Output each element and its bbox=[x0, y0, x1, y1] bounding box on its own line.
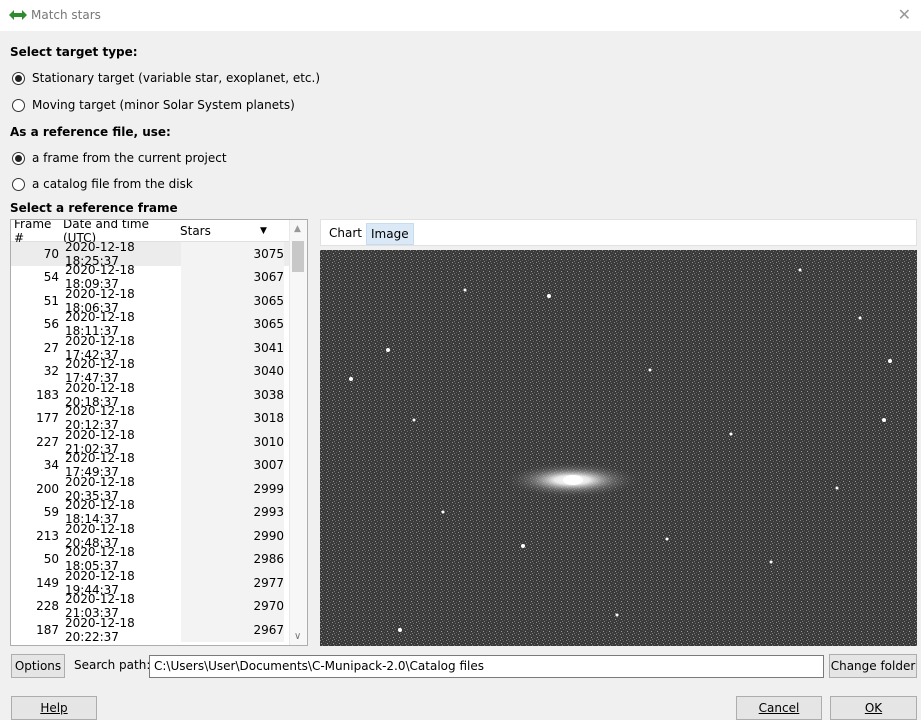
ok-button[interactable]: OK bbox=[830, 696, 917, 720]
table-row[interactable]: 227 2020-12-18 21:02:37 3010 bbox=[11, 428, 307, 456]
frame-stars: 2993 bbox=[181, 500, 284, 524]
tab-chart[interactable]: Chart bbox=[325, 223, 366, 243]
image-preview[interactable] bbox=[320, 250, 917, 646]
list-header: Frame # Date and time (UTC) Stars ▼ bbox=[11, 220, 307, 245]
table-row[interactable]: 228 2020-12-18 21:03:37 2970 bbox=[11, 592, 307, 620]
scroll-down-icon[interactable]: ∨ bbox=[294, 631, 301, 642]
list-scrollbar[interactable]: ▲ ∨ bbox=[289, 220, 307, 645]
ok-button-label: OK bbox=[864, 701, 883, 715]
tab-image[interactable]: Image bbox=[366, 223, 414, 245]
table-row[interactable]: 27 2020-12-18 17:42:37 3041 bbox=[11, 334, 307, 362]
title-bar: Match stars ✕ bbox=[0, 0, 921, 31]
frame-number: 32 bbox=[43, 364, 59, 379]
table-row[interactable]: 149 2020-12-18 19:44:37 2977 bbox=[11, 569, 307, 597]
scroll-thumb[interactable] bbox=[292, 241, 304, 272]
frame-stars: 2986 bbox=[181, 547, 284, 571]
frame-number: 228 bbox=[36, 599, 59, 614]
reference-frame-label: Select a reference frame bbox=[10, 201, 178, 215]
header-frame[interactable]: Frame # bbox=[11, 220, 63, 245]
frame-list[interactable]: Frame # Date and time (UTC) Stars ▼ 70 20… bbox=[10, 219, 308, 646]
radio-button-checked[interactable] bbox=[12, 151, 25, 165]
frame-stars: 3007 bbox=[181, 453, 284, 477]
frame-number: 56 bbox=[43, 317, 59, 332]
frame-number: 50 bbox=[43, 552, 59, 567]
table-row[interactable]: 50 2020-12-18 18:05:37 2986 bbox=[11, 545, 307, 573]
frame-stars: 3065 bbox=[181, 289, 284, 313]
frame-stars: 2999 bbox=[181, 477, 284, 501]
sort-descending-icon[interactable]: ▼ bbox=[260, 226, 267, 236]
frame-number: 213 bbox=[36, 528, 59, 543]
preview-tabs: Chart Image bbox=[320, 219, 917, 246]
help-button[interactable]: Help bbox=[11, 696, 97, 720]
table-row[interactable]: 54 2020-12-18 18:09:37 3067 bbox=[11, 263, 307, 291]
radio-button[interactable] bbox=[12, 98, 25, 112]
radio-button[interactable] bbox=[12, 177, 25, 191]
frame-stars: 3018 bbox=[181, 406, 284, 430]
table-row[interactable]: 200 2020-12-18 20:35:37 2999 bbox=[11, 475, 307, 503]
frame-stars: 2977 bbox=[181, 571, 284, 595]
table-row[interactable]: 56 2020-12-18 18:11:37 3065 bbox=[11, 310, 307, 338]
table-row[interactable]: 213 2020-12-18 20:48:37 2990 bbox=[11, 522, 307, 550]
frame-number: 183 bbox=[36, 387, 59, 402]
frame-stars: 2970 bbox=[181, 594, 284, 618]
table-row[interactable]: 34 2020-12-18 17:49:37 3007 bbox=[11, 451, 307, 479]
radio-stationary-target[interactable]: Stationary target (variable star, exopla… bbox=[12, 69, 320, 87]
frame-number: 27 bbox=[43, 340, 59, 355]
frame-stars: 3038 bbox=[181, 383, 284, 407]
star-field-image bbox=[320, 250, 917, 646]
frame-stars: 2967 bbox=[181, 618, 284, 642]
frame-datetime: 2020-12-18 20:22:37 bbox=[65, 615, 135, 644]
cancel-button[interactable]: Cancel bbox=[736, 696, 822, 720]
table-row[interactable]: 59 2020-12-18 18:14:37 2993 bbox=[11, 498, 307, 526]
radio-label: a catalog file from the disk bbox=[32, 177, 193, 191]
help-button-label: Help bbox=[40, 701, 68, 715]
frame-number: 59 bbox=[43, 505, 59, 520]
radio-label: a frame from the current project bbox=[32, 151, 227, 165]
frame-stars: 2990 bbox=[181, 524, 284, 548]
table-row[interactable]: 32 2020-12-18 17:47:37 3040 bbox=[11, 357, 307, 385]
frame-number: 177 bbox=[36, 411, 59, 426]
options-button[interactable]: Options bbox=[11, 654, 65, 678]
radio-catalog-file[interactable]: a catalog file from the disk bbox=[12, 175, 193, 193]
table-row[interactable]: 187 2020-12-18 20:22:37 2967 bbox=[11, 615, 307, 644]
radio-label: Stationary target (variable star, exopla… bbox=[32, 71, 320, 85]
frame-number: 51 bbox=[43, 293, 59, 308]
frame-stars: 3065 bbox=[181, 312, 284, 336]
radio-button-checked[interactable] bbox=[12, 71, 25, 85]
header-stars[interactable]: Stars bbox=[180, 224, 260, 238]
table-row[interactable]: 51 2020-12-18 18:06:37 3065 bbox=[11, 287, 307, 315]
window-title: Match stars bbox=[31, 8, 101, 22]
search-path-label: Search path: bbox=[74, 658, 151, 672]
frame-stars: 3075 bbox=[181, 242, 284, 266]
table-row[interactable]: 70 2020-12-18 18:25:37 3075 bbox=[11, 240, 307, 268]
search-path-input[interactable]: C:\Users\User\Documents\C-Munipack-2.0\C… bbox=[149, 655, 824, 678]
frame-number: 149 bbox=[36, 575, 59, 590]
frame-stars: 3041 bbox=[181, 336, 284, 360]
frame-stars: 3067 bbox=[181, 265, 284, 289]
close-icon[interactable]: ✕ bbox=[898, 5, 911, 24]
reference-label: As a reference file, use: bbox=[10, 125, 171, 139]
table-row[interactable]: 183 2020-12-18 20:18:37 3038 bbox=[11, 381, 307, 409]
scroll-up-icon[interactable]: ▲ bbox=[294, 224, 301, 234]
frame-number: 34 bbox=[43, 458, 59, 473]
target-type-label: Select target type: bbox=[10, 45, 138, 59]
change-folder-button[interactable]: Change folder bbox=[829, 654, 917, 678]
frame-stars: 3010 bbox=[181, 430, 284, 454]
frame-number: 70 bbox=[43, 246, 59, 261]
frame-number: 187 bbox=[36, 622, 59, 637]
radio-current-project-frame[interactable]: a frame from the current project bbox=[12, 149, 227, 167]
radio-label: Moving target (minor Solar System planet… bbox=[32, 98, 295, 112]
cancel-button-label: Cancel bbox=[758, 701, 800, 715]
frame-number: 227 bbox=[36, 434, 59, 449]
frame-number: 54 bbox=[43, 270, 59, 285]
radio-moving-target[interactable]: Moving target (minor Solar System planet… bbox=[12, 96, 295, 114]
double-arrow-icon bbox=[9, 10, 27, 20]
list-rows: 70 2020-12-18 18:25:37 3075 54 2020-12-18 18… bbox=[11, 240, 307, 644]
frame-stars: 3040 bbox=[181, 359, 284, 383]
frame-number: 200 bbox=[36, 481, 59, 496]
table-row[interactable]: 177 2020-12-18 20:12:37 3018 bbox=[11, 404, 307, 432]
